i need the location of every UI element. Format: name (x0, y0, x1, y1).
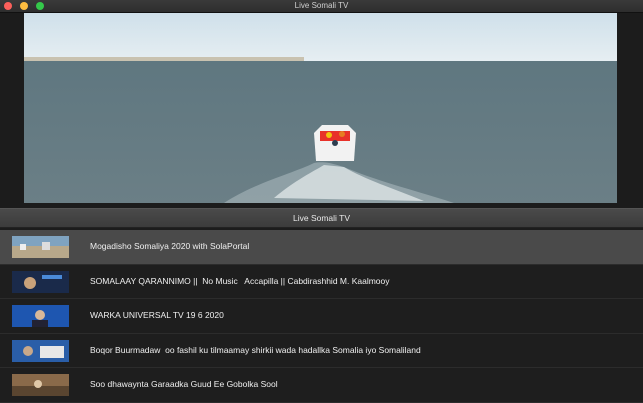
video-player-area (0, 13, 643, 208)
list-item[interactable]: Mogadisho Somaliya 2020 with SolaPortal (0, 230, 643, 265)
video-title: Mogadisho Somaliya 2020 with SolaPortal (90, 241, 250, 251)
window-title: Live Somali TV (294, 1, 349, 10)
video-thumbnail (12, 339, 69, 362)
video-title: WARKA UNIVERSAL TV 19 6 2020 (90, 310, 224, 320)
list-item[interactable]: Soo dhawaynta Garaadka Guud Ee Gobolka S… (0, 368, 643, 403)
video-title: SOMALAAY QARANNIMO || No Music Accapilla… (90, 275, 390, 286)
section-header: Live Somali TV (0, 208, 643, 228)
list-item[interactable]: Boqor Buurmadaw oo fashil ku tilmaamay s… (0, 333, 643, 368)
section-title: Live Somali TV (292, 213, 350, 223)
video-list: Mogadisho Somaliya 2020 with SolaPortal … (0, 230, 643, 403)
video-frame-image (24, 13, 617, 203)
list-item[interactable]: WARKA UNIVERSAL TV 19 6 2020 (0, 299, 643, 334)
video-thumbnail (12, 374, 69, 396)
video-thumbnail (12, 305, 69, 327)
list-item[interactable]: SOMALAAY QARANNIMO || No Music Accapilla… (0, 264, 643, 299)
window-titlebar: Live Somali TV (0, 0, 643, 13)
video-title: Soo dhawaynta Garaadka Guud Ee Gobolka S… (90, 379, 278, 389)
video-thumbnail (12, 270, 69, 293)
video-title: Boqor Buurmadaw oo fashil ku tilmaamay s… (90, 344, 421, 355)
video-player[interactable] (24, 13, 617, 203)
video-thumbnail (12, 236, 69, 258)
